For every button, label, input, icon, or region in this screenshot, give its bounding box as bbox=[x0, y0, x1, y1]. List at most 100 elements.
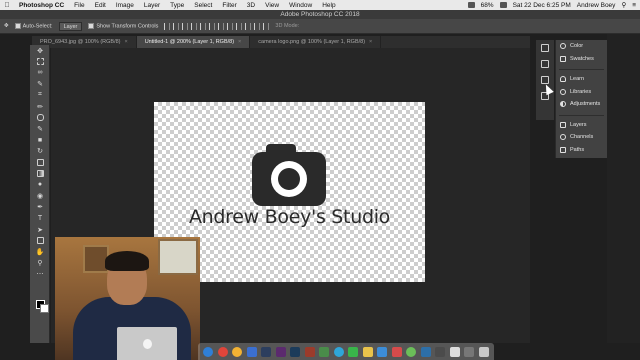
eyedropper-tool[interactable]: ✏ bbox=[30, 101, 50, 112]
dock-photos-icon[interactable] bbox=[232, 346, 243, 357]
background-color-swatch[interactable] bbox=[40, 304, 49, 313]
brush-tool[interactable]: ✎ bbox=[30, 123, 50, 134]
panel-layers[interactable]: Layers bbox=[556, 119, 607, 132]
dodge-tool[interactable]: ◉ bbox=[30, 190, 50, 201]
dock-app-icon[interactable] bbox=[333, 346, 344, 357]
pen-tool[interactable]: ✒ bbox=[30, 202, 50, 213]
dock-app-icon[interactable] bbox=[435, 346, 446, 357]
dock-app-icon[interactable] bbox=[420, 346, 431, 357]
distribute-center-icon[interactable] bbox=[254, 22, 261, 30]
path-select-tool[interactable]: ➤ bbox=[30, 224, 50, 235]
distribute-left-icon[interactable] bbox=[245, 22, 252, 30]
dock-app-icon[interactable] bbox=[246, 346, 257, 357]
shape-tool[interactable] bbox=[30, 235, 50, 246]
dock-app-icon[interactable] bbox=[319, 346, 330, 357]
search-icon[interactable]: ⚲ bbox=[621, 1, 626, 9]
panel-paths[interactable]: Paths bbox=[556, 144, 607, 157]
menu-help[interactable]: Help bbox=[317, 2, 340, 9]
panel-adjustments[interactable]: Adjustments bbox=[556, 98, 607, 111]
panel-channels[interactable]: Channels bbox=[556, 131, 607, 144]
dock-app-icon[interactable] bbox=[304, 346, 315, 357]
dock-photoshop-icon[interactable] bbox=[290, 346, 301, 357]
menu-list-icon[interactable]: ≡ bbox=[632, 2, 636, 9]
dock-app-icon[interactable] bbox=[406, 346, 417, 357]
blur-tool[interactable]: ● bbox=[30, 179, 50, 190]
gradient-tool[interactable] bbox=[30, 168, 50, 179]
layers-stack-icon bbox=[560, 121, 566, 128]
paths-icon bbox=[560, 146, 566, 153]
dock-safari-icon[interactable] bbox=[203, 346, 214, 357]
adjustments-circle-icon bbox=[560, 101, 566, 108]
more-tools[interactable]: ⋯ bbox=[30, 269, 50, 280]
zoom-tool[interactable]: ⚲ bbox=[30, 258, 50, 269]
dock-trash-icon[interactable] bbox=[478, 346, 489, 357]
hand-tool[interactable]: ✋ bbox=[30, 246, 50, 257]
menu-edit[interactable]: Edit bbox=[90, 2, 111, 9]
type-tool[interactable]: T bbox=[30, 213, 50, 224]
dock-app-icon[interactable] bbox=[377, 346, 388, 357]
panel-libraries[interactable]: Libraries bbox=[556, 86, 607, 99]
dock-app-icon[interactable] bbox=[449, 346, 460, 357]
menu-image[interactable]: Image bbox=[111, 2, 139, 9]
clock[interactable]: Sat 22 Dec 6:25 PM bbox=[513, 2, 571, 9]
distribute-bottom-icon[interactable] bbox=[236, 22, 243, 30]
dock-app-icon[interactable] bbox=[362, 346, 373, 357]
close-icon[interactable]: × bbox=[238, 39, 241, 45]
user-name[interactable]: Andrew Boey bbox=[577, 2, 616, 9]
menu-view[interactable]: View bbox=[260, 2, 284, 9]
auto-select-dropdown[interactable]: Layer bbox=[58, 21, 83, 31]
tab-untitled-1[interactable]: Untitled-1 @ 200% (Layer 1, RGB/8) × bbox=[136, 36, 251, 48]
eraser-tool[interactable] bbox=[30, 157, 50, 168]
quick-select-tool[interactable]: ✎ bbox=[30, 79, 50, 90]
dock-app-icon[interactable] bbox=[391, 346, 402, 357]
history-brush-icon: ↻ bbox=[37, 148, 43, 156]
distribute-right-icon[interactable] bbox=[263, 22, 270, 30]
wifi-icon[interactable] bbox=[467, 2, 475, 8]
menu-filter[interactable]: Filter bbox=[217, 2, 241, 9]
panel-swatches[interactable]: Swatches bbox=[556, 53, 607, 66]
dock-app-icon[interactable] bbox=[348, 346, 359, 357]
distribute-middle-icon[interactable] bbox=[227, 22, 234, 30]
close-icon[interactable]: × bbox=[124, 39, 127, 45]
menu-file[interactable]: File bbox=[69, 2, 89, 9]
dock-chrome-icon[interactable] bbox=[217, 346, 228, 357]
tab-label: camera logo.png @ 100% (Layer 1, RGB/8) bbox=[258, 39, 366, 45]
crop-tool[interactable]: ⌗ bbox=[30, 90, 50, 101]
menu-3d[interactable]: 3D bbox=[242, 2, 260, 9]
dock-premiere-icon[interactable] bbox=[275, 346, 286, 357]
apple-menu-icon[interactable]:  bbox=[0, 2, 14, 9]
lasso-tool[interactable]: ∞ bbox=[30, 67, 50, 78]
history-brush-tool[interactable]: ↻ bbox=[30, 146, 50, 157]
properties-panel-button[interactable] bbox=[536, 56, 554, 72]
align-top-icon[interactable] bbox=[164, 22, 171, 30]
menu-type[interactable]: Type bbox=[165, 2, 189, 9]
healing-tool[interactable] bbox=[30, 112, 50, 123]
distribute-top-icon[interactable] bbox=[218, 22, 225, 30]
dock-app-icon[interactable] bbox=[464, 346, 475, 357]
tab-camera-logo[interactable]: camera logo.png @ 100% (Layer 1, RGB/8) × bbox=[250, 36, 382, 48]
menu-app-name[interactable]: Photoshop CC bbox=[14, 2, 69, 9]
stamp-tool[interactable]: ■ bbox=[30, 135, 50, 146]
battery-icon[interactable] bbox=[499, 2, 507, 8]
close-icon[interactable]: × bbox=[369, 39, 372, 45]
history-panel-button[interactable] bbox=[536, 40, 554, 56]
align-right-icon[interactable] bbox=[209, 22, 216, 30]
panel-label: Libraries bbox=[570, 88, 592, 95]
menu-layer[interactable]: Layer bbox=[139, 2, 165, 9]
auto-select-checkbox[interactable]: Auto-Select: bbox=[14, 22, 53, 29]
move-tool-preset-icon[interactable]: ✥ bbox=[4, 23, 9, 29]
show-transform-checkbox[interactable]: Show Transform Controls bbox=[88, 22, 158, 29]
menu-window[interactable]: Window bbox=[284, 2, 317, 9]
path-select-icon: ➤ bbox=[37, 226, 43, 234]
align-left-icon[interactable] bbox=[191, 22, 198, 30]
move-tool[interactable]: ✥ bbox=[30, 45, 50, 56]
menu-select[interactable]: Select bbox=[189, 2, 217, 9]
dock-lightroom-icon[interactable] bbox=[261, 346, 272, 357]
align-center-icon[interactable] bbox=[200, 22, 207, 30]
panel-learn[interactable]: Learn bbox=[556, 73, 607, 86]
marquee-tool[interactable] bbox=[30, 56, 50, 67]
panel-color[interactable]: Color bbox=[556, 40, 607, 53]
align-middle-icon[interactable] bbox=[173, 22, 180, 30]
battery-percent[interactable]: 68% bbox=[481, 2, 494, 9]
align-bottom-icon[interactable] bbox=[182, 22, 189, 30]
